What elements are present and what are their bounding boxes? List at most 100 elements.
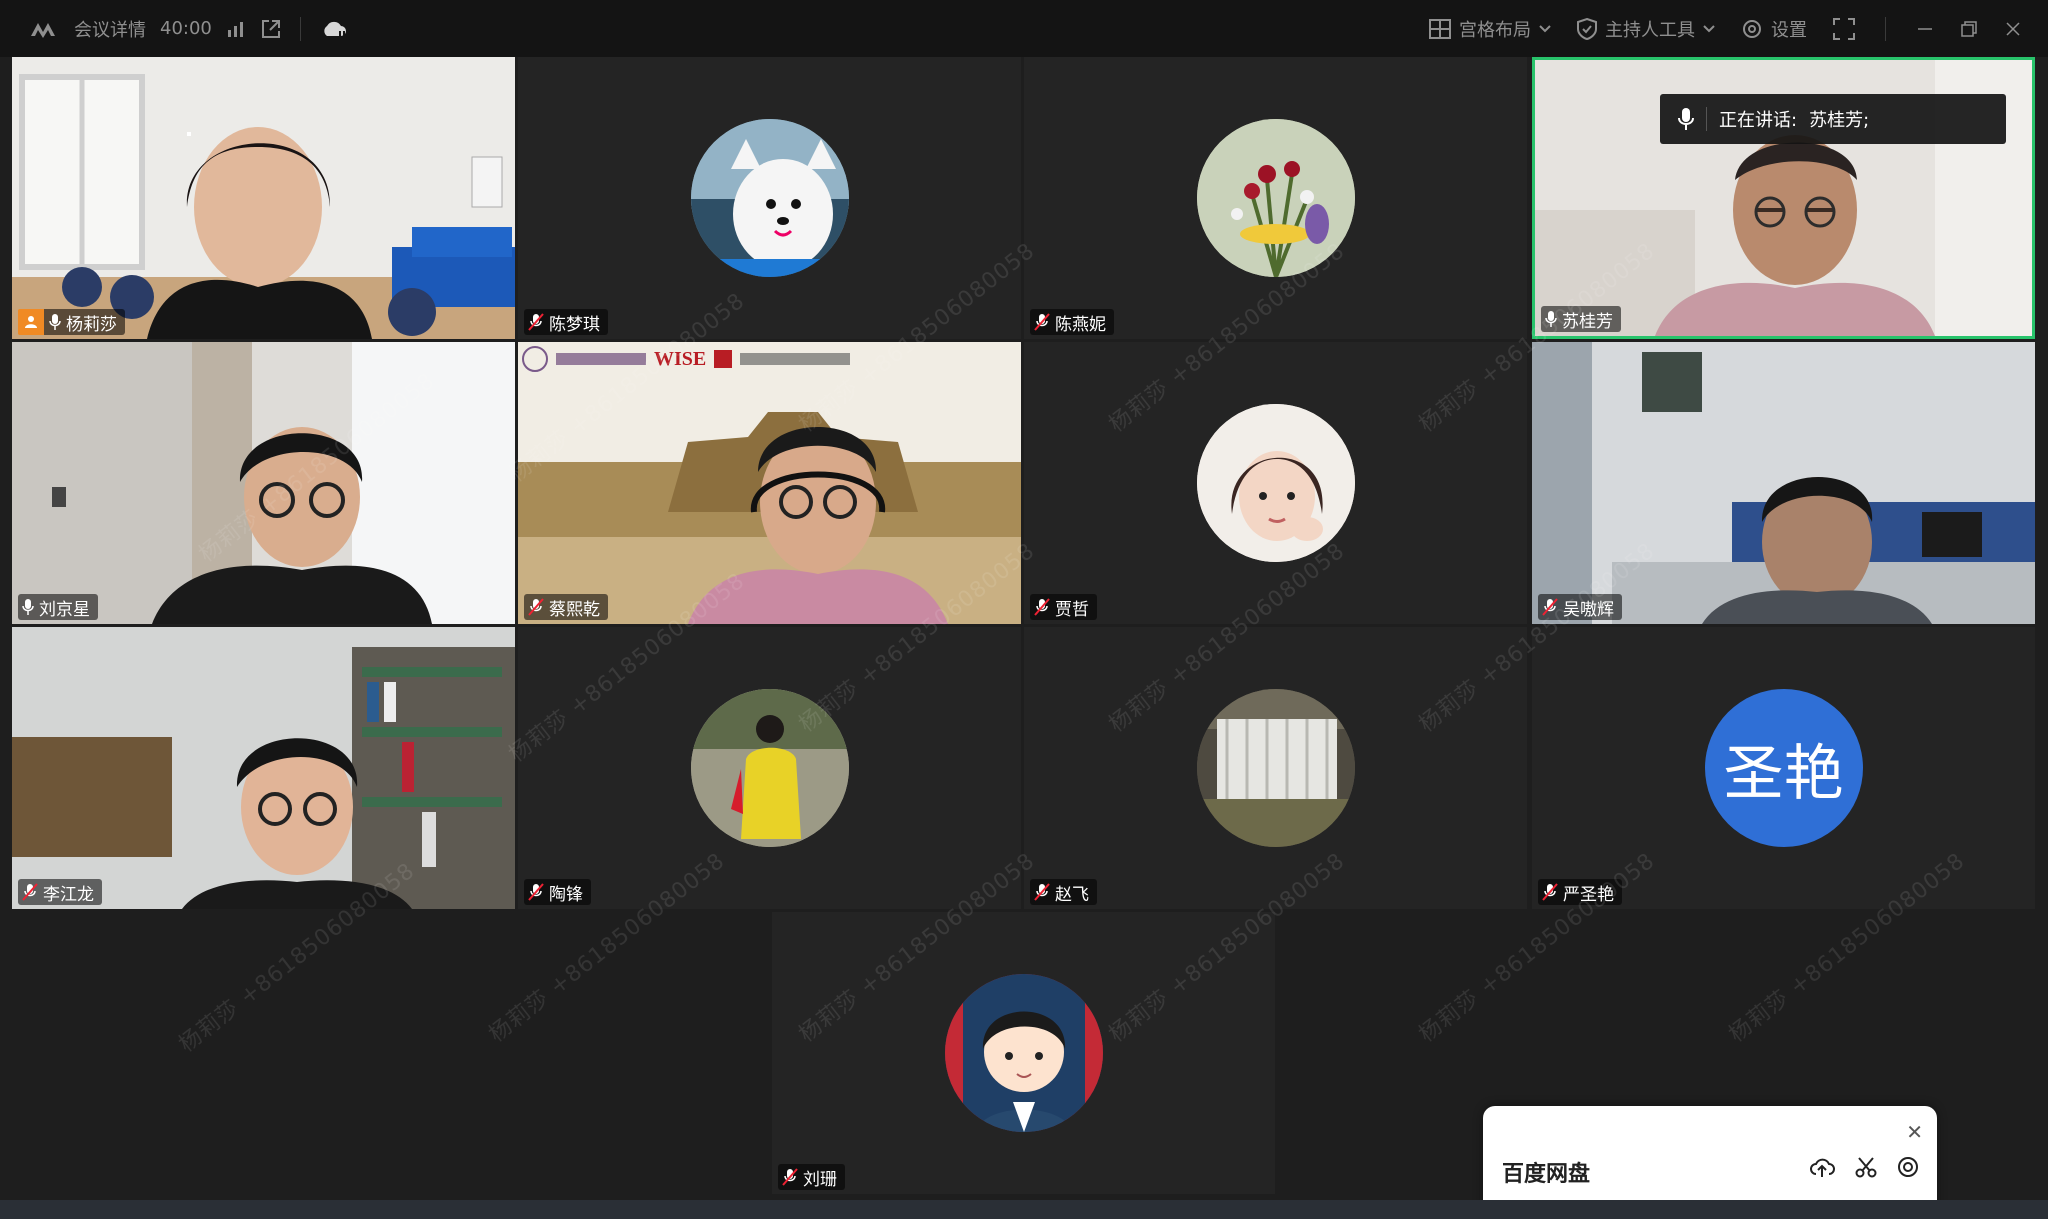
microphone-icon	[22, 598, 34, 616]
participant-name: 杨莉莎	[66, 314, 117, 335]
toolbar-divider	[1885, 16, 1886, 41]
video-tile[interactable]: 刘珊	[772, 912, 1275, 1194]
netdisk-title: 百度网盘	[1502, 1162, 1591, 1187]
participant-name-tag: 赵飞	[1030, 879, 1097, 905]
participant-name-tag: 陈燕妮	[1030, 309, 1114, 335]
video-tile[interactable]: 圣艳 严圣艳	[1532, 627, 2035, 909]
participant-name-tag: 贾哲	[1030, 594, 1097, 620]
video-tile[interactable]: 李江龙	[12, 627, 515, 909]
active-speaker-indicator: 正在讲话: 苏桂芳;	[1660, 94, 2006, 144]
participant-name: 刘珊	[803, 1169, 837, 1190]
participant-name: 贾哲	[1055, 599, 1089, 620]
participant-name-tag: 刘珊	[778, 1164, 845, 1190]
participant-name-tag: 陶锋	[524, 879, 591, 905]
meeting-details-button[interactable]: 会议详情	[74, 16, 146, 42]
microphone-muted-icon	[528, 598, 544, 616]
wise-logo: WISE	[654, 347, 707, 370]
participant-name: 刘京星	[39, 599, 90, 620]
video-tile[interactable]: 陈梦琪	[518, 57, 1021, 339]
video-tile[interactable]: 陶锋	[518, 627, 1021, 909]
video-tile[interactable]: 刘京星	[12, 342, 515, 624]
signal-strength-icon[interactable]	[226, 20, 246, 38]
grid-layout-icon	[1429, 18, 1451, 39]
gear-icon	[1741, 18, 1763, 40]
participant-name: 严圣艳	[1563, 884, 1614, 905]
video-tile[interactable]: 陈燕妮	[1024, 57, 1527, 339]
microphone-muted-icon	[528, 313, 544, 331]
host-tools-button[interactable]: 主持人工具	[1577, 16, 1715, 42]
restore-window-icon[interactable]	[1960, 20, 1978, 38]
participant-text-avatar: 圣艳	[1704, 689, 1863, 847]
university-seal-icon	[522, 346, 548, 372]
participant-video	[12, 627, 515, 909]
layout-label: 宫格布局	[1459, 19, 1531, 41]
empty-grid-area	[12, 912, 769, 1194]
microphone-muted-icon	[1542, 883, 1558, 901]
meeting-timer: 40:00	[160, 18, 212, 39]
participant-video	[12, 57, 515, 339]
participant-name-tag: 刘京星	[18, 594, 98, 620]
shield-icon	[1577, 17, 1597, 40]
microphone-muted-icon	[1542, 598, 1558, 616]
microphone-icon	[1678, 107, 1694, 131]
participant-name: 陶锋	[549, 884, 583, 905]
participant-video	[518, 342, 1021, 624]
participant-name: 赵飞	[1055, 884, 1089, 905]
institute-name-mark	[740, 353, 851, 365]
microphone-muted-icon	[782, 1168, 798, 1186]
video-tile[interactable]: 吴嗷辉	[1532, 342, 2035, 624]
minimize-icon[interactable]	[1916, 20, 1934, 38]
microphone-muted-icon	[1034, 883, 1050, 901]
popup-divider	[1706, 107, 1707, 131]
participant-avatar	[1196, 119, 1355, 277]
video-tile[interactable]: WISE 蔡熙乾	[518, 342, 1021, 624]
microphone-muted-icon	[528, 883, 544, 901]
video-tile[interactable]: 杨莉莎	[12, 57, 515, 339]
participant-name: 李江龙	[43, 884, 94, 905]
netdisk-toolbar	[1809, 1156, 1919, 1178]
microphone-muted-icon	[1034, 598, 1050, 616]
microphone-muted-icon	[22, 883, 38, 901]
cloud-upload-icon[interactable]	[1809, 1156, 1835, 1178]
video-tile[interactable]: 贾哲	[1024, 342, 1527, 624]
close-window-icon[interactable]	[2004, 20, 2022, 38]
participant-name-tag: 蔡熙乾	[524, 594, 608, 620]
taskbar-strip	[0, 1200, 2048, 1219]
close-icon[interactable]: ✕	[1906, 1120, 1923, 1144]
speaking-name: 苏桂芳;	[1809, 110, 1870, 131]
participant-name-tag: 陈梦琪	[524, 309, 608, 335]
university-name-mark	[556, 353, 646, 365]
avatar-initials: 圣艳	[1723, 738, 1844, 809]
top-bar: 会议详情 40:00 宫格布局 主持人工具 设置	[0, 0, 2048, 57]
video-tile[interactable]: 赵飞	[1024, 627, 1527, 909]
participant-name-tag: 苏桂芳	[1541, 306, 1621, 332]
participant-name: 吴嗷辉	[1563, 599, 1614, 620]
chevron-down-icon	[1539, 24, 1551, 33]
participant-name-tag: 李江龙	[18, 879, 102, 905]
participant-video	[12, 342, 515, 624]
toolbar-divider	[299, 16, 301, 41]
chevron-down-icon	[1703, 24, 1715, 33]
share-external-icon[interactable]	[260, 18, 282, 40]
microphone-icon	[1545, 310, 1557, 328]
participant-name: 陈梦琪	[549, 314, 600, 335]
app-logo-icon	[30, 20, 60, 38]
settings-label: 设置	[1771, 19, 1807, 41]
participant-video	[1532, 342, 2035, 624]
participant-avatar	[690, 119, 849, 277]
institution-banner: WISE	[522, 344, 851, 374]
participant-name: 陈燕妮	[1055, 314, 1106, 335]
participant-avatar	[944, 974, 1103, 1132]
settings-ring-icon[interactable]	[1897, 1156, 1919, 1178]
speaking-label: 正在讲话:	[1719, 110, 1798, 131]
fullscreen-icon[interactable]	[1833, 17, 1855, 40]
scissors-icon[interactable]	[1855, 1156, 1877, 1178]
participant-avatar	[690, 689, 849, 847]
institute-emblem-icon	[714, 350, 733, 368]
settings-button[interactable]: 设置	[1741, 16, 1807, 42]
participant-name: 苏桂芳	[1562, 311, 1613, 332]
cloud-record-icon[interactable]	[319, 18, 349, 40]
microphone-icon	[49, 313, 61, 331]
layout-menu-button[interactable]: 宫格布局	[1429, 16, 1551, 42]
participant-name-tag: 严圣艳	[1538, 879, 1622, 905]
